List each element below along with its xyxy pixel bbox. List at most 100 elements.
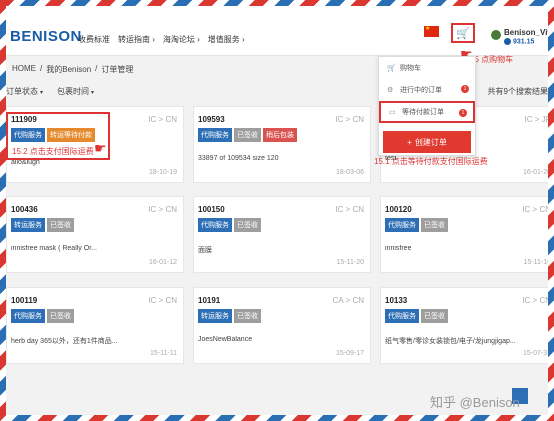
order-date: 15-11-11 xyxy=(150,350,177,357)
status-badge: 代购服务 xyxy=(198,218,232,232)
order-date: 15-11-16 xyxy=(523,259,548,266)
watermark: 知乎 @Benison xyxy=(430,395,520,410)
status-badge: 代购服务 xyxy=(385,218,419,232)
order-description: 纸气零售/零诊女装锁包/电子/龙jungjigap... xyxy=(385,338,516,345)
main-nav: 收费标准 转运指南 › 海淘论坛 › 增值服务 › xyxy=(78,34,245,45)
china-flag-icon[interactable]: ★ xyxy=(424,26,439,37)
order-date: 16-01-12 xyxy=(148,259,177,266)
filter-label: 订单状态 xyxy=(6,87,38,96)
breadcrumb-home[interactable]: HOME xyxy=(12,64,36,75)
filter-bar: 订单状态 ▾ 包裹时间 ▾ xyxy=(6,86,94,97)
result-count: 共有9个搜索结果 xyxy=(487,87,548,96)
status-badge: 已签收 xyxy=(421,218,448,232)
filter-label: 包裹时间 xyxy=(57,87,90,96)
status-badge: 稍后包装 xyxy=(263,128,297,142)
annotation-cart: 15 点购物车 xyxy=(470,55,514,64)
annotation-waiting: 15.1 点击等待付款支付国际运费 xyxy=(374,157,488,166)
order-status-filter[interactable]: 订单状态 ▾ xyxy=(6,86,43,97)
order-route: IC > CN xyxy=(148,296,177,305)
order-description: allo&lugh xyxy=(11,159,40,166)
create-order-button[interactable]: + 创建订单 xyxy=(383,131,471,153)
pointer-hand-icon: ☛ xyxy=(94,140,107,156)
breadcrumb: HOME / 我的Benison / 订单管理 xyxy=(12,64,133,75)
status-badge: 转运服务 xyxy=(11,218,45,232)
caret-down-icon: ▾ xyxy=(40,90,44,96)
breadcrumb-sep: / xyxy=(40,64,43,73)
dropdown-item-label: 购物车 xyxy=(400,65,421,72)
user-points: 931.15 xyxy=(504,38,534,45)
count-badge: 1 xyxy=(459,109,467,117)
cart-icon: 🛒 xyxy=(387,65,396,72)
order-card[interactable]: 10133 IC > CN 代购服务 已签收 纸气零售/零诊女装锁包/电子/龙j… xyxy=(380,287,548,364)
nav-item-forum[interactable]: 海淘论坛 › xyxy=(163,34,200,45)
order-description: innisfree mask ( Really Or... xyxy=(11,245,97,252)
status-badge: 转运服务 xyxy=(198,309,232,323)
order-date: 16-01-20 xyxy=(522,169,548,176)
status-badge: 已签收 xyxy=(234,309,261,323)
order-date: 18-03-06 xyxy=(335,169,364,176)
avatar[interactable] xyxy=(491,30,501,40)
dropdown-item-label: 等待付款订单 xyxy=(402,109,444,116)
count-badge: 1 xyxy=(461,85,469,93)
order-id: 100119 xyxy=(11,296,38,305)
package-time-filter[interactable]: 包裹时间 ▾ xyxy=(57,86,94,97)
order-card[interactable]: 10191 CA > CN 转运服务 已签收 JoesNewBalance 15… xyxy=(193,287,371,364)
order-id: 10191 xyxy=(198,296,221,305)
dropdown-item-label: 进行中的订单 xyxy=(400,87,442,94)
dropdown-item-awaiting-payment[interactable]: ▭ 等待付款订单 1 xyxy=(379,101,475,123)
status-badge: 已签收 xyxy=(234,218,261,232)
caret-down-icon: ▾ xyxy=(91,90,95,96)
tag-list: 代购服务 已签收 xyxy=(385,218,448,232)
breadcrumb-sep: / xyxy=(95,64,98,73)
cart-dropdown-menu: 🛒 购物车 ⚙ 进行中的订单 1 ▭ 等待付款订单 1 + 创建订单 xyxy=(378,56,476,156)
status-badge: 已签收 xyxy=(47,309,74,323)
order-date: 18-10-19 xyxy=(148,169,177,176)
status-badge: 已签收 xyxy=(234,128,261,142)
order-card[interactable]: 100150 IC > CN 代购服务 已签收 面膜 15-11-20 xyxy=(193,196,371,273)
breadcrumb-orders: 订单管理 xyxy=(101,65,134,74)
order-card[interactable]: 100436 IC > CN 转运服务 已签收 innisfree mask (… xyxy=(6,196,184,273)
tag-list: 代购服务 已签收 xyxy=(198,218,261,232)
tag-list: 转运服务 已签收 xyxy=(11,218,74,232)
create-order-label: 创建订单 xyxy=(414,137,447,147)
order-description: 面膜 xyxy=(198,247,212,254)
order-route: IC > CN xyxy=(335,115,364,124)
order-card[interactable]: 109593 IC > CN 代购服务 已签收 稍后包装 33897 of 10… xyxy=(193,106,371,183)
order-description: innisfree xyxy=(385,245,412,252)
breadcrumb-account[interactable]: 我的Benison xyxy=(46,64,91,75)
coin-icon xyxy=(504,38,511,45)
cart-icon: 🛒 xyxy=(456,27,470,40)
order-route: CA > CN xyxy=(332,296,364,305)
order-id: 100150 xyxy=(198,205,225,214)
dropdown-item-cart[interactable]: 🛒 购物车 xyxy=(379,57,475,79)
nav-item-services[interactable]: 增值服务 › xyxy=(208,34,245,45)
order-card[interactable]: 100119 IC > CN 代购服务 已签收 herb day 365以外，还… xyxy=(6,287,184,364)
order-date: 15-07-31 xyxy=(522,350,548,357)
order-id: 10133 xyxy=(385,296,408,305)
order-description: herb day 365以外，还有1件商品... xyxy=(11,338,118,345)
tag-list: 代购服务 已签收 xyxy=(385,309,448,323)
order-date: 15-11-20 xyxy=(336,259,364,266)
annotation-pay: 15.2 点击支付国际运费 xyxy=(12,147,94,156)
status-badge: 代购服务 xyxy=(198,128,232,142)
status-badge: 代购服务 xyxy=(11,309,45,323)
dropdown-item-in-progress[interactable]: ⚙ 进行中的订单 1 xyxy=(379,79,475,101)
points-value: 931.15 xyxy=(513,38,535,46)
order-route: IC > CN xyxy=(522,296,548,305)
order-date: 15-09-17 xyxy=(335,350,364,357)
order-route: IC > CN xyxy=(522,205,548,214)
order-route: IC > CN xyxy=(148,115,177,124)
tag-list: 代购服务 已签收 稍后包装 xyxy=(198,128,297,142)
status-badge: 已签收 xyxy=(47,218,74,232)
tag-list: 转运服务 已签收 xyxy=(198,309,261,323)
gear-icon: ⚙ xyxy=(387,87,394,94)
nav-item-guide[interactable]: 转运指南 › xyxy=(118,34,155,45)
cart-button[interactable]: 🛒 xyxy=(451,23,475,43)
logo[interactable]: BENISON xyxy=(10,28,82,45)
nav-item-pricing[interactable]: 收费标准 xyxy=(78,34,110,45)
order-card[interactable]: 100120 IC > CN 代购服务 已签收 innisfree 15-11-… xyxy=(380,196,548,273)
user-name[interactable]: Benison_Vivi xyxy=(504,28,548,37)
order-id: 100120 xyxy=(385,205,412,214)
page-frame: BENISON 收费标准 转运指南 › 海淘论坛 › 增值服务 › ★ 🛒 Be… xyxy=(6,6,548,415)
order-description: 33897 of 109534 size 120 xyxy=(198,155,279,162)
